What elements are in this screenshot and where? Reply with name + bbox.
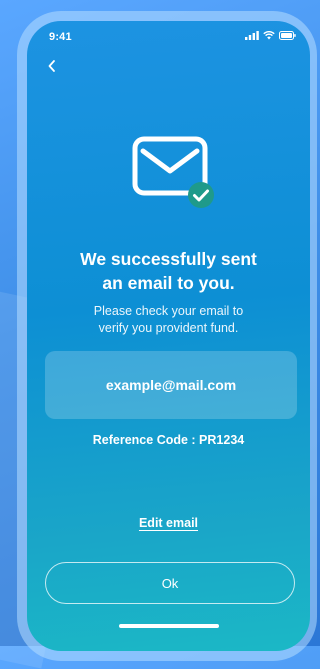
status-bar: 9:41	[27, 21, 310, 51]
edit-email-label: Edit email	[138, 516, 199, 530]
email-address: example@mail.com	[105, 377, 237, 393]
battery-icon	[279, 31, 296, 40]
edit-email-link[interactable]: Edit email	[27, 516, 310, 530]
chevron-left-icon	[48, 60, 55, 72]
reference-code: Reference Code : PR1234	[92, 433, 245, 447]
envelope-icon	[131, 135, 217, 211]
status-time: 9:41	[49, 31, 72, 43]
ok-button-label: Ok	[161, 575, 179, 591]
phone-screen: 9:41 We successfully sent an email to yo…	[27, 21, 310, 651]
signal-icon	[245, 31, 259, 40]
ok-button[interactable]: Ok	[45, 562, 295, 604]
email-display: example@mail.com	[45, 351, 297, 419]
home-indicator	[119, 624, 219, 628]
back-button[interactable]	[41, 55, 63, 77]
status-icons	[245, 31, 296, 40]
success-title: We successfully sent an email to you.	[80, 249, 257, 293]
wifi-icon	[263, 31, 275, 40]
check-badge-icon	[188, 182, 214, 208]
success-message: Please check your email to verify you pr…	[93, 304, 244, 335]
